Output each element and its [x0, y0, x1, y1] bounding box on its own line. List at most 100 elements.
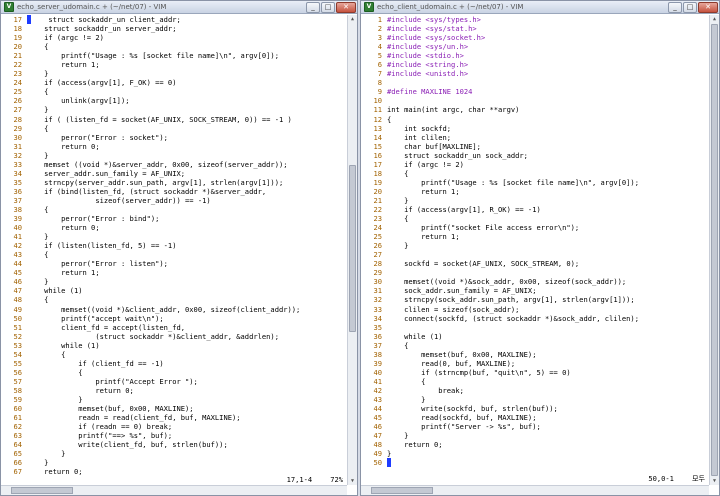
- code-line[interactable]: 17 struct sockaddr_un client_addr;: [1, 15, 347, 24]
- minimize-button[interactable]: _: [306, 1, 320, 13]
- code-line[interactable]: 34 connect(sockfd, (struct sockaddr *)&s…: [361, 314, 709, 323]
- code-line[interactable]: 45 read(sockfd, buf, MAXLINE);: [361, 413, 709, 422]
- code-line[interactable]: 29 {: [1, 124, 347, 133]
- code-line[interactable]: 20 {: [1, 42, 347, 51]
- code-line[interactable]: 46 printf("Server -> %s", buf);: [361, 422, 709, 431]
- scroll-down-arrow-icon[interactable]: ▼: [710, 477, 719, 485]
- code-line[interactable]: 2 #include <sys/stat.h>: [361, 24, 709, 33]
- code-line[interactable]: 40 if (strncmp(buf, "quit\n", 5) == 0): [361, 368, 709, 377]
- code-line[interactable]: 44 write(sockfd, buf, strlen(buf));: [361, 404, 709, 413]
- horizontal-scrollbar[interactable]: [361, 485, 709, 495]
- code-line[interactable]: 64 write(client_fd, buf, strlen(buf));: [1, 440, 347, 449]
- code-line[interactable]: 46 }: [1, 277, 347, 286]
- code-line[interactable]: 65 }: [1, 449, 347, 458]
- code-line[interactable]: 10: [361, 96, 709, 105]
- code-line[interactable]: 43 {: [1, 250, 347, 259]
- code-line[interactable]: 50: [361, 458, 709, 468]
- code-line[interactable]: 58 return 0;: [1, 386, 347, 395]
- code-line[interactable]: 40 return 0;: [1, 223, 347, 232]
- title-bar[interactable]: V echo_client_udomain.c + (~/net/07) - V…: [361, 1, 719, 14]
- code-line[interactable]: 62 if (readn == 0) break;: [1, 422, 347, 431]
- code-line[interactable]: 57 printf("Accept Error ");: [1, 377, 347, 386]
- editor-text-area[interactable]: 17 struct sockaddr_un client_addr; 18 str…: [1, 15, 347, 485]
- code-line[interactable]: 9 #define MAXLINE 1024: [361, 87, 709, 96]
- code-line[interactable]: 63 printf("==> %s", buf);: [1, 431, 347, 440]
- code-line[interactable]: 15 char buf[MAXLINE];: [361, 142, 709, 151]
- h-scrollbar-thumb[interactable]: [371, 487, 433, 494]
- code-line[interactable]: 17 if (argc != 2): [361, 160, 709, 169]
- code-line[interactable]: 24 printf("socket File access error\n");: [361, 223, 709, 232]
- code-line[interactable]: 22 return 1;: [1, 60, 347, 69]
- code-line[interactable]: 59 }: [1, 395, 347, 404]
- code-line[interactable]: 35: [361, 323, 709, 332]
- code-line[interactable]: 20 return 1;: [361, 187, 709, 196]
- code-line[interactable]: 18 struct sockaddr_un server_addr;: [1, 24, 347, 33]
- server-vim-window[interactable]: V echo_server_udomain.c + (~/net/07) - V…: [0, 0, 358, 496]
- code-line[interactable]: 37 sizeof(server_addr)) == -1): [1, 196, 347, 205]
- code-line[interactable]: 33 memset ((void *)&server_addr, 0x00, s…: [1, 160, 347, 169]
- code-line[interactable]: 52 (struct sockaddr *)&client_addr, &add…: [1, 332, 347, 341]
- code-line[interactable]: 36 if (bind(listen_fd, (struct sockaddr …: [1, 187, 347, 196]
- code-line[interactable]: 8: [361, 78, 709, 87]
- code-line[interactable]: 21 }: [361, 196, 709, 205]
- code-line[interactable]: 49 memset((void *)&client_addr, 0x00, si…: [1, 305, 347, 314]
- code-line[interactable]: 4 #include <sys/un.h>: [361, 42, 709, 51]
- code-line[interactable]: 66 }: [1, 458, 347, 467]
- code-line[interactable]: 27: [361, 250, 709, 259]
- code-line[interactable]: 16 struct sockaddr_un sock_addr;: [361, 151, 709, 160]
- code-line[interactable]: 37 {: [361, 341, 709, 350]
- scroll-up-arrow-icon[interactable]: ▲: [348, 15, 357, 23]
- code-line[interactable]: 48 {: [1, 295, 347, 304]
- code-line[interactable]: 34 server_addr.sun_family = AF_UNIX;: [1, 169, 347, 178]
- code-line[interactable]: 54 {: [1, 350, 347, 359]
- scroll-up-arrow-icon[interactable]: ▲: [710, 15, 719, 23]
- code-line[interactable]: 25 {: [1, 87, 347, 96]
- code-line[interactable]: 61 readn = read(client_fd, buf, MAXLINE)…: [1, 413, 347, 422]
- code-line[interactable]: 38 {: [1, 205, 347, 214]
- code-line[interactable]: 35 strncpy(server_addr.sun_path, argv[1]…: [1, 178, 347, 187]
- code-line[interactable]: 12 {: [361, 115, 709, 124]
- code-line[interactable]: 43 }: [361, 395, 709, 404]
- code-line[interactable]: 5 #include <stdio.h>: [361, 51, 709, 60]
- code-line[interactable]: 41 }: [1, 232, 347, 241]
- code-line[interactable]: 50 printf("accept wait\n");: [1, 314, 347, 323]
- code-line[interactable]: 31 return 0;: [1, 142, 347, 151]
- code-line[interactable]: 26 unlink(argv[1]);: [1, 96, 347, 105]
- code-line[interactable]: 21 printf("Usage : %s [socket file name]…: [1, 51, 347, 60]
- code-line[interactable]: 14 int clilen;: [361, 133, 709, 142]
- code-line[interactable]: 48 return 0;: [361, 440, 709, 449]
- code-line[interactable]: 3 #include <sys/socket.h>: [361, 33, 709, 42]
- code-line[interactable]: 29: [361, 268, 709, 277]
- close-button[interactable]: ✕: [698, 1, 718, 13]
- code-line[interactable]: 53 while (1): [1, 341, 347, 350]
- code-line[interactable]: 38 memset(buf, 0x00, MAXLINE);: [361, 350, 709, 359]
- maximize-button[interactable]: □: [683, 1, 697, 13]
- code-line[interactable]: 32 }: [1, 151, 347, 160]
- maximize-button[interactable]: □: [321, 1, 335, 13]
- code-line[interactable]: 41 {: [361, 377, 709, 386]
- code-line[interactable]: 22 if (access(argv[1], R_OK) == -1): [361, 205, 709, 214]
- code-line[interactable]: 55 if (client_fd == -1): [1, 359, 347, 368]
- minimize-button[interactable]: _: [668, 1, 682, 13]
- code-line[interactable]: 42 break;: [361, 386, 709, 395]
- code-line[interactable]: 28 sockfd = socket(AF_UNIX, SOCK_STREAM,…: [361, 259, 709, 268]
- code-line[interactable]: 31 sock_addr.sun_family = AF_UNIX;: [361, 286, 709, 295]
- code-line[interactable]: 39 read(0, buf, MAXLINE);: [361, 359, 709, 368]
- code-line[interactable]: 26 }: [361, 241, 709, 250]
- h-scrollbar-thumb[interactable]: [11, 487, 73, 494]
- code-line[interactable]: 19 if (argc != 2): [1, 33, 347, 42]
- code-line[interactable]: 60 memset(buf, 0x00, MAXLINE);: [1, 404, 347, 413]
- code-line[interactable]: 28 if ( (listen_fd = socket(AF_UNIX, SOC…: [1, 115, 347, 124]
- code-line[interactable]: 1 #include <sys/types.h>: [361, 15, 709, 24]
- code-line[interactable]: 6 #include <string.h>: [361, 60, 709, 69]
- code-line[interactable]: 19 printf("Usage : %s [socket file name]…: [361, 178, 709, 187]
- code-line[interactable]: 49}: [361, 449, 709, 458]
- code-line[interactable]: 24 if (access(argv[1], F_OK) == 0): [1, 78, 347, 87]
- client-vim-window[interactable]: V echo_client_udomain.c + (~/net/07) - V…: [360, 0, 720, 496]
- title-bar[interactable]: V echo_server_udomain.c + (~/net/07) - V…: [1, 1, 357, 14]
- code-line[interactable]: 27 }: [1, 105, 347, 114]
- scrollbar-thumb[interactable]: [711, 24, 718, 476]
- code-line[interactable]: 33 clilen = sizeof(sock_addr);: [361, 305, 709, 314]
- vertical-scrollbar[interactable]: ▲ ▼: [709, 15, 719, 485]
- horizontal-scrollbar[interactable]: [1, 485, 347, 495]
